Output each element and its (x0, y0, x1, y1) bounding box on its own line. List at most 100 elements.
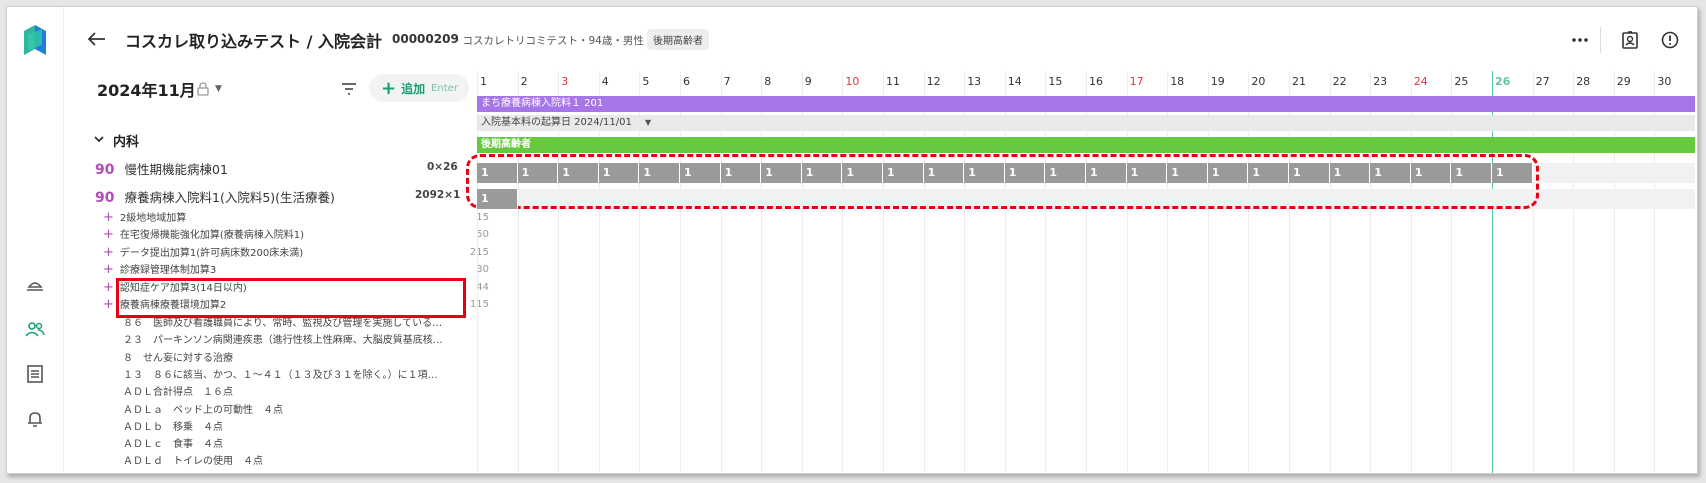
charge-cell[interactable]: 1 (964, 163, 1005, 183)
charge-cell[interactable]: 1 (598, 163, 640, 183)
charge-cell[interactable]: 1 (1492, 163, 1533, 183)
nav-rail (7, 7, 64, 473)
calendar-grid: まち療養病棟入院料１ 201 入院基本料の起算日 2024/11/01 ▼ 後期… (466, 71, 1695, 473)
day-gridline (761, 71, 763, 473)
day-gridline (1248, 71, 1250, 473)
charge-cell[interactable]: 1 (842, 163, 883, 183)
alert-icon[interactable] (1657, 27, 1683, 53)
charge-cell[interactable]: 1 (1329, 163, 1371, 183)
charge-cell[interactable]: 1 (923, 163, 965, 183)
day-gridline (558, 71, 560, 473)
charge-cell[interactable]: 1 (1126, 163, 1168, 183)
plus-icon[interactable]: + (103, 245, 114, 260)
main-item-1[interactable]: 90 療養病棟入院料1(入院料5)(生活療養) (95, 187, 335, 206)
charge-cell[interactable]: 1 (1370, 163, 1411, 183)
plus-icon[interactable]: + (103, 210, 114, 225)
day-gridline (1532, 71, 1534, 473)
month-dropdown-icon[interactable]: ▼ (215, 84, 222, 94)
start-date-bar[interactable]: 入院基本料の起算日 2024/11/01 ▼ (477, 115, 1695, 131)
sub-item-label: データ提出加算1(許可病床数200床未満) (119, 247, 304, 259)
charge-cell[interactable]: 1 (1207, 163, 1249, 183)
today-line (1492, 71, 1493, 473)
day-label-15: 15 (1048, 75, 1063, 88)
plus-icon[interactable]: + (103, 297, 114, 312)
item-label: 慢性期機能病棟01 (124, 162, 228, 177)
day-label-11: 11 (886, 75, 900, 88)
insurance-bar[interactable]: 後期高齢者 (477, 137, 1695, 153)
charge-cell[interactable]: 1 (801, 163, 843, 183)
patient-info: ・コスカレトリコミテスト・94歳・男性 (452, 35, 644, 47)
charge-cell[interactable]: 1 (1248, 163, 1289, 183)
patient-card-icon[interactable] (1617, 27, 1643, 53)
charge-cell[interactable]: 1 (477, 189, 518, 209)
charge-cell[interactable]: 1 (1451, 163, 1492, 183)
highlight-box (116, 278, 466, 318)
day-gridline (1086, 71, 1087, 473)
day-label-5: 5 (642, 75, 650, 88)
day-label-30: 30 (1657, 75, 1672, 88)
chevron-down-icon[interactable] (93, 133, 105, 145)
note-item: ＡＤＬｂ 移乗 ４点 (123, 421, 223, 433)
charge-cell[interactable]: 1 (1289, 163, 1330, 183)
day-label-27: 27 (1535, 75, 1550, 88)
app-window: コスカレ取り込みテスト / 入院会計 00000209 ・コスカレトリコミテスト… (6, 6, 1698, 474)
ward-icon[interactable] (23, 273, 47, 297)
charge-cell[interactable]: 1 (761, 163, 802, 183)
day-gridline (1573, 71, 1575, 473)
back-arrow-icon[interactable] (85, 27, 109, 51)
patients-icon[interactable] (23, 317, 47, 341)
caret-down-icon[interactable]: ▼ (645, 118, 651, 127)
day-gridline (1207, 71, 1209, 473)
department-group[interactable]: 内科 (113, 131, 139, 150)
charge-cell[interactable]: 1 (883, 163, 924, 183)
charge-cell[interactable]: 1 (1004, 163, 1046, 183)
day-label-21: 21 (1292, 75, 1306, 88)
charge-cell[interactable]: 1 (1045, 163, 1086, 183)
note-item: ＡＤＬｃ 食事 ４点 (123, 439, 223, 451)
day-gridline (1045, 71, 1047, 473)
filter-icon[interactable] (340, 81, 358, 97)
more-icon[interactable] (1567, 27, 1593, 53)
day-label-7: 7 (723, 75, 731, 88)
day-gridline (477, 71, 478, 473)
day-label-18: 18 (1170, 75, 1185, 88)
sub-item-1[interactable]: + 在宅復帰機能強化加算(療養病棟入院料1) 50 (103, 227, 489, 243)
plus-icon[interactable]: + (103, 280, 114, 295)
main-item-0[interactable]: 90 慢性期機能病棟01 (95, 159, 228, 178)
day-label-2: 2 (520, 75, 528, 88)
charge-cell[interactable]: 1 (477, 163, 518, 183)
bell-icon[interactable] (23, 407, 47, 431)
charge-cell[interactable]: 1 (1167, 163, 1208, 183)
month-label[interactable]: 2024年11月 (97, 77, 196, 101)
sub-item-label: 診療録管理体制加算3 (119, 265, 217, 277)
sub-item-3[interactable]: + 診療録管理体制加算3 30 (103, 262, 489, 278)
day-gridline (1451, 71, 1453, 473)
day-label-25: 25 (1454, 75, 1469, 88)
note-item: ８ せん妄に対する治療 (123, 352, 233, 364)
day-gridline (1004, 71, 1006, 473)
charge-cell[interactable]: 1 (1410, 163, 1452, 183)
charge-cell[interactable]: 1 (720, 163, 762, 183)
day-gridline (964, 71, 966, 473)
day-gridline (639, 71, 641, 473)
lock-icon[interactable] (197, 82, 209, 96)
charge-cell[interactable]: 1 (680, 163, 721, 183)
day-gridline (1289, 71, 1290, 473)
day-label-17: 17 (1129, 75, 1144, 88)
app-logo-icon[interactable] (24, 25, 46, 55)
ward-bar[interactable]: まち療養病棟入院料１ 201 (477, 96, 1695, 112)
day-label-20: 20 (1251, 75, 1266, 88)
item-label: 療養病棟入院料1(入院料5)(生活療養) (124, 190, 335, 205)
charge-cell[interactable]: 1 (639, 163, 680, 183)
sub-item-2[interactable]: + データ提出加算1(許可病床数200床未満) 215 (103, 245, 489, 261)
sub-item-0[interactable]: +2級地地域加算 15 (103, 210, 489, 226)
charge-cell[interactable]: 1 (558, 163, 599, 183)
add-button[interactable]: + 追加 Enter (369, 74, 469, 102)
charge-cell[interactable]: 1 (517, 163, 559, 183)
day-label-10: 10 (845, 75, 860, 88)
charge-cell[interactable]: 1 (1086, 163, 1127, 183)
plus-icon[interactable]: + (103, 262, 114, 277)
plus-icon[interactable]: + (103, 227, 114, 242)
list-icon[interactable] (23, 362, 47, 386)
day-label-6: 6 (683, 75, 690, 88)
